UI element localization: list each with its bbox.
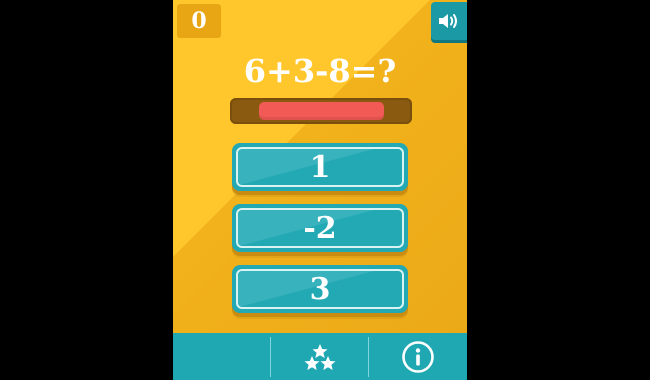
- info-icon: [402, 340, 434, 373]
- game-screen: 0 6+3-8=? 1 -2 3: [173, 0, 467, 380]
- answer-label: -2: [303, 210, 337, 246]
- letterbox-background: 0 6+3-8=? 1 -2 3: [0, 0, 650, 380]
- speaker-on-icon: [439, 14, 457, 28]
- timer-bar-fill: [259, 102, 384, 120]
- timer-bar: [230, 98, 412, 124]
- toolbar-divider: [270, 337, 271, 377]
- bottom-toolbar: [173, 333, 467, 380]
- toolbar-divider: [368, 337, 369, 377]
- answer-label: 3: [309, 271, 331, 307]
- info-button[interactable]: [369, 333, 467, 380]
- stars-icon: [304, 343, 336, 370]
- toolbar-empty-slot: [173, 333, 271, 380]
- question-text: 6+3-8=?: [243, 52, 397, 90]
- answer-button-1[interactable]: 1: [232, 143, 408, 191]
- rate-button[interactable]: [271, 333, 369, 380]
- score-display: 0: [177, 4, 221, 38]
- score-value: 0: [191, 8, 207, 34]
- sound-toggle-button[interactable]: [431, 2, 467, 40]
- answer-button-2[interactable]: -2: [232, 204, 408, 252]
- answer-label: 1: [309, 149, 331, 185]
- answer-button-3[interactable]: 3: [232, 265, 408, 313]
